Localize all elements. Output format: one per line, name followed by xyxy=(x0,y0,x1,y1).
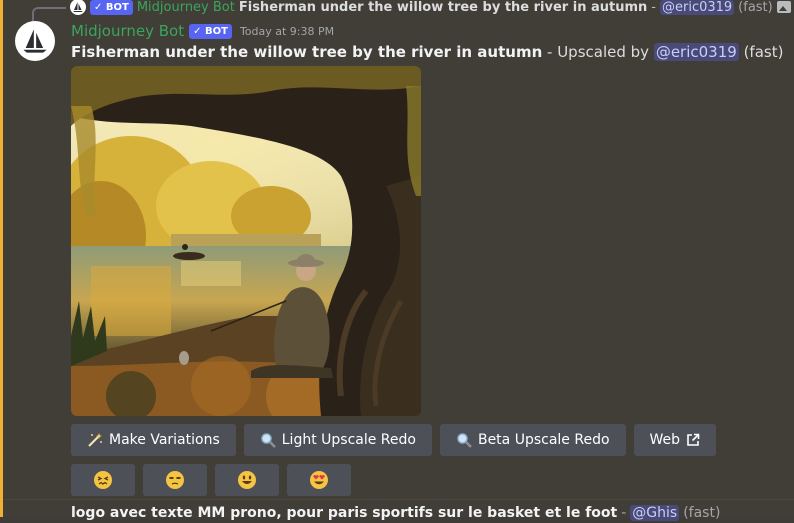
external-link-icon xyxy=(687,433,700,446)
web-label: Web xyxy=(649,432,681,448)
message-highlight-bar xyxy=(0,0,3,517)
confounded-reaction-button[interactable] xyxy=(71,464,135,496)
username[interactable]: Midjourney Bot xyxy=(71,22,184,40)
timestamp[interactable]: Today at 9:38 PM xyxy=(240,25,334,38)
unamused-face-icon xyxy=(166,471,184,489)
beta-upscale-redo-label: Beta Upscale Redo xyxy=(477,432,610,448)
magnifier-icon xyxy=(261,433,276,448)
reply-username[interactable]: Midjourney Bot xyxy=(137,0,235,15)
reply-mention[interactable]: @eric0319 xyxy=(659,0,735,15)
image-icon xyxy=(776,1,791,13)
upscaled-by-text: - Upscaled by xyxy=(542,43,654,61)
unamused-reaction-button[interactable] xyxy=(143,464,207,496)
bot-badge: ✓ BOT xyxy=(189,23,232,39)
message-header: Midjourney Bot ✓ BOT Today at 9:38 PM xyxy=(71,21,334,41)
heart-eyes-reaction-button[interactable] xyxy=(287,464,351,496)
message-content: Fisherman under the willow tree by the r… xyxy=(71,43,783,61)
next-message-mention[interactable]: @Ghis xyxy=(630,505,680,521)
make-variations-label: Make Variations xyxy=(109,432,220,448)
prompt-text: Fisherman under the willow tree by the r… xyxy=(71,43,543,61)
beta-upscale-redo-button[interactable]: Beta Upscale Redo xyxy=(439,424,626,456)
grinning-face-icon xyxy=(238,471,256,489)
next-message-mode: (fast) xyxy=(683,505,721,521)
action-buttons: Make Variations Light Upscale Redo Beta … xyxy=(71,424,717,456)
magic-wand-icon xyxy=(88,433,102,447)
light-upscale-redo-button[interactable]: Light Upscale Redo xyxy=(243,424,432,456)
reaction-buttons xyxy=(71,464,351,496)
light-upscale-redo-label: Light Upscale Redo xyxy=(281,432,416,448)
next-message-prompt: logo avec texte MM prono, pour paris spo… xyxy=(71,505,618,521)
sailboat-icon xyxy=(23,29,47,53)
message-divider xyxy=(3,499,794,500)
user-mention[interactable]: @eric0319 xyxy=(653,43,739,61)
next-message-separator: - xyxy=(621,505,627,521)
web-link-button[interactable]: Web xyxy=(633,424,717,456)
reply-bot-badge: ✓ BOT xyxy=(90,0,133,15)
image-attachment[interactable] xyxy=(71,66,421,416)
reply-mode: (fast) xyxy=(738,0,773,15)
sailboat-icon xyxy=(73,2,83,12)
next-message-preview[interactable]: logo avec texte MM prono, pour paris spo… xyxy=(71,503,720,523)
make-variations-button[interactable]: Make Variations xyxy=(71,424,236,456)
confounded-face-icon xyxy=(94,471,112,489)
mode-text: (fast) xyxy=(738,43,784,61)
heart-eyes-face-icon xyxy=(310,471,328,489)
fisherman-painting xyxy=(71,66,421,416)
reply-prompt[interactable]: Fisherman under the willow tree by the r… xyxy=(239,0,647,15)
reply-avatar xyxy=(70,0,86,15)
magnifier-icon xyxy=(457,433,472,448)
reply-separator: - xyxy=(651,0,656,15)
grinning-reaction-button[interactable] xyxy=(215,464,279,496)
avatar[interactable] xyxy=(15,21,55,61)
reply-reference[interactable]: ✓ BOT Midjourney Bot Fisherman under the… xyxy=(70,0,791,16)
